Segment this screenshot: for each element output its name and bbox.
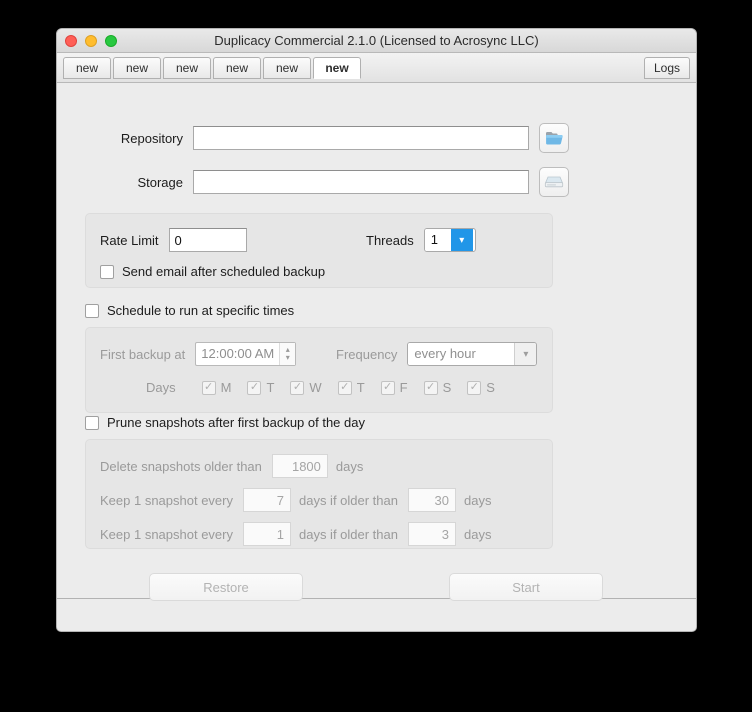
first-backup-group: First backup at 12:00:00 AM ▴ ▾ [100, 342, 297, 366]
first-backup-time-stepper[interactable]: 12:00:00 AM ▴ ▾ [195, 342, 297, 366]
tab-logs[interactable]: Logs [643, 57, 690, 79]
frequency-group: Frequency every hour ▾ [336, 342, 538, 366]
frequency-value: every hour [408, 343, 515, 365]
prune-rule-2-middle: days if older than [298, 526, 398, 542]
threads-value: 1 [424, 229, 451, 251]
prune-rule-1-every-input[interactable] [242, 488, 291, 512]
tab-list: new new new new new new [63, 57, 696, 79]
tab-new-2[interactable]: new [113, 57, 161, 79]
storage-row: Storage [85, 167, 569, 197]
first-backup-label: First backup at [100, 346, 186, 362]
repository-row: Repository [85, 123, 569, 153]
schedule-panel: First backup at 12:00:00 AM ▴ ▾ Frequency… [85, 327, 553, 413]
day-checkbox-wed[interactable]: ✓ W [290, 380, 322, 395]
day-label-sat: S [442, 380, 452, 395]
day-checkbox-fri-box[interactable]: ✓ [380, 380, 395, 395]
day-checkbox-sat-box[interactable]: ✓ [423, 380, 438, 395]
day-label-wed: W [309, 380, 322, 395]
storage-label: Storage [137, 174, 183, 190]
prune-delete-unit: days [335, 458, 364, 474]
schedule-enable-row[interactable]: Schedule to run at specific times [85, 303, 294, 318]
frequency-label: Frequency [336, 346, 398, 362]
days-label: Days [146, 380, 176, 395]
folder-icon [545, 132, 563, 145]
day-checkbox-sun-box[interactable]: ✓ [467, 380, 482, 395]
day-checkbox-mon[interactable]: ✓ M [201, 380, 232, 395]
threads-dropdown[interactable]: 1 ▾ [423, 228, 476, 252]
prune-rule-1-unit: days [464, 492, 492, 508]
day-checkbox-sat[interactable]: ✓ S [423, 380, 452, 395]
send-email-row[interactable]: Send email after scheduled backup [100, 264, 325, 279]
day-label-sun: S [486, 380, 495, 395]
prune-rule-2-every-input[interactable] [242, 522, 291, 546]
restore-button[interactable]: Restore [149, 573, 303, 601]
first-backup-time-value: 12:00:00 AM [201, 346, 275, 361]
prune-rule-2-row: Keep 1 snapshot every days if older than… [100, 522, 491, 546]
day-checkbox-sun[interactable]: ✓ S [467, 380, 495, 395]
prune-enable-label: Prune snapshots after first backup of th… [107, 415, 365, 430]
prune-enable-row[interactable]: Prune snapshots after first backup of th… [85, 415, 365, 430]
prune-delete-row: Delete snapshots older than days [100, 454, 363, 478]
threads-group: Threads 1 ▾ [366, 228, 476, 252]
days-row: Days ✓ M ✓ T ✓ W ✓ T ✓ F ✓ S ✓ S [146, 380, 495, 395]
tab-new-6-active[interactable]: new [313, 57, 361, 79]
day-label-mon: M [220, 380, 232, 395]
chevron-down-icon: ▾ [514, 343, 537, 365]
prune-rule-2-prefix: Keep 1 snapshot every [100, 526, 233, 542]
prune-enable-checkbox[interactable] [85, 415, 99, 430]
prune-rule-1-older-input[interactable] [408, 488, 456, 512]
prune-rule-2-older-input[interactable] [408, 522, 456, 546]
schedule-enable-checkbox[interactable] [85, 303, 99, 318]
schedule-enable-label: Schedule to run at specific times [107, 303, 295, 318]
tab-new-1[interactable]: new [63, 57, 111, 79]
storage-browse-button[interactable] [539, 167, 569, 197]
title-bar: Duplicacy Commercial 2.1.0 (Licensed to … [57, 29, 696, 53]
prune-panel: Delete snapshots older than days Keep 1 … [85, 439, 553, 549]
send-email-checkbox[interactable] [100, 264, 114, 279]
status-bar [57, 599, 696, 630]
prune-rule-1-middle: days if older than [298, 492, 398, 508]
day-checkbox-tue[interactable]: ✓ T [247, 380, 274, 395]
repository-browse-button[interactable] [539, 123, 569, 153]
day-checkbox-tue-box[interactable]: ✓ [247, 380, 262, 395]
content-area: Repository Storage Rate Limit 0 Threads … [57, 83, 696, 601]
app-window: Duplicacy Commercial 2.1.0 (Licensed to … [56, 28, 697, 632]
tab-new-5[interactable]: new [263, 57, 311, 79]
tab-new-3[interactable]: new [163, 57, 211, 79]
day-checkbox-thu[interactable]: ✓ T [337, 380, 365, 395]
send-email-label: Send email after scheduled backup [122, 264, 326, 279]
day-label-fri: F [399, 380, 408, 395]
day-checkbox-mon-box[interactable]: ✓ [201, 380, 216, 395]
tab-bar: new new new new new new Logs [57, 53, 696, 83]
rate-limit-group: Rate Limit [100, 228, 247, 252]
day-label-tue: T [266, 380, 275, 395]
day-checkbox-fri[interactable]: ✓ F [380, 380, 408, 395]
day-checkbox-thu-box[interactable]: ✓ [337, 380, 352, 395]
spinner-arrows-icon[interactable]: ▴ ▾ [279, 343, 296, 365]
rate-limit-input[interactable] [168, 228, 247, 252]
frequency-dropdown[interactable]: every hour ▾ [407, 342, 538, 366]
window-title: Duplicacy Commercial 2.1.0 (Licensed to … [214, 33, 539, 48]
storage-input[interactable] [193, 170, 529, 194]
threads-label: Threads [366, 232, 414, 248]
rate-limit-label: Rate Limit [100, 232, 159, 248]
prune-rule-1-prefix: Keep 1 snapshot every [100, 492, 233, 508]
prune-delete-days-input[interactable] [271, 454, 328, 478]
repository-label: Repository [120, 130, 183, 146]
day-checkbox-wed-box[interactable]: ✓ [290, 380, 305, 395]
tab-new-4[interactable]: new [213, 57, 261, 79]
repository-input[interactable] [193, 126, 529, 150]
start-button[interactable]: Start [449, 573, 603, 601]
options-panel: Rate Limit Threads 1 ▾ Send email after … [85, 213, 553, 288]
disk-drive-icon [544, 176, 564, 188]
chevron-down-icon: ▾ [450, 229, 473, 251]
prune-rule-1-row: Keep 1 snapshot every days if older than… [100, 488, 491, 512]
prune-delete-label: Delete snapshots older than [100, 458, 262, 474]
prune-rule-2-unit: days [464, 526, 492, 542]
day-label-thu: T [356, 380, 365, 395]
